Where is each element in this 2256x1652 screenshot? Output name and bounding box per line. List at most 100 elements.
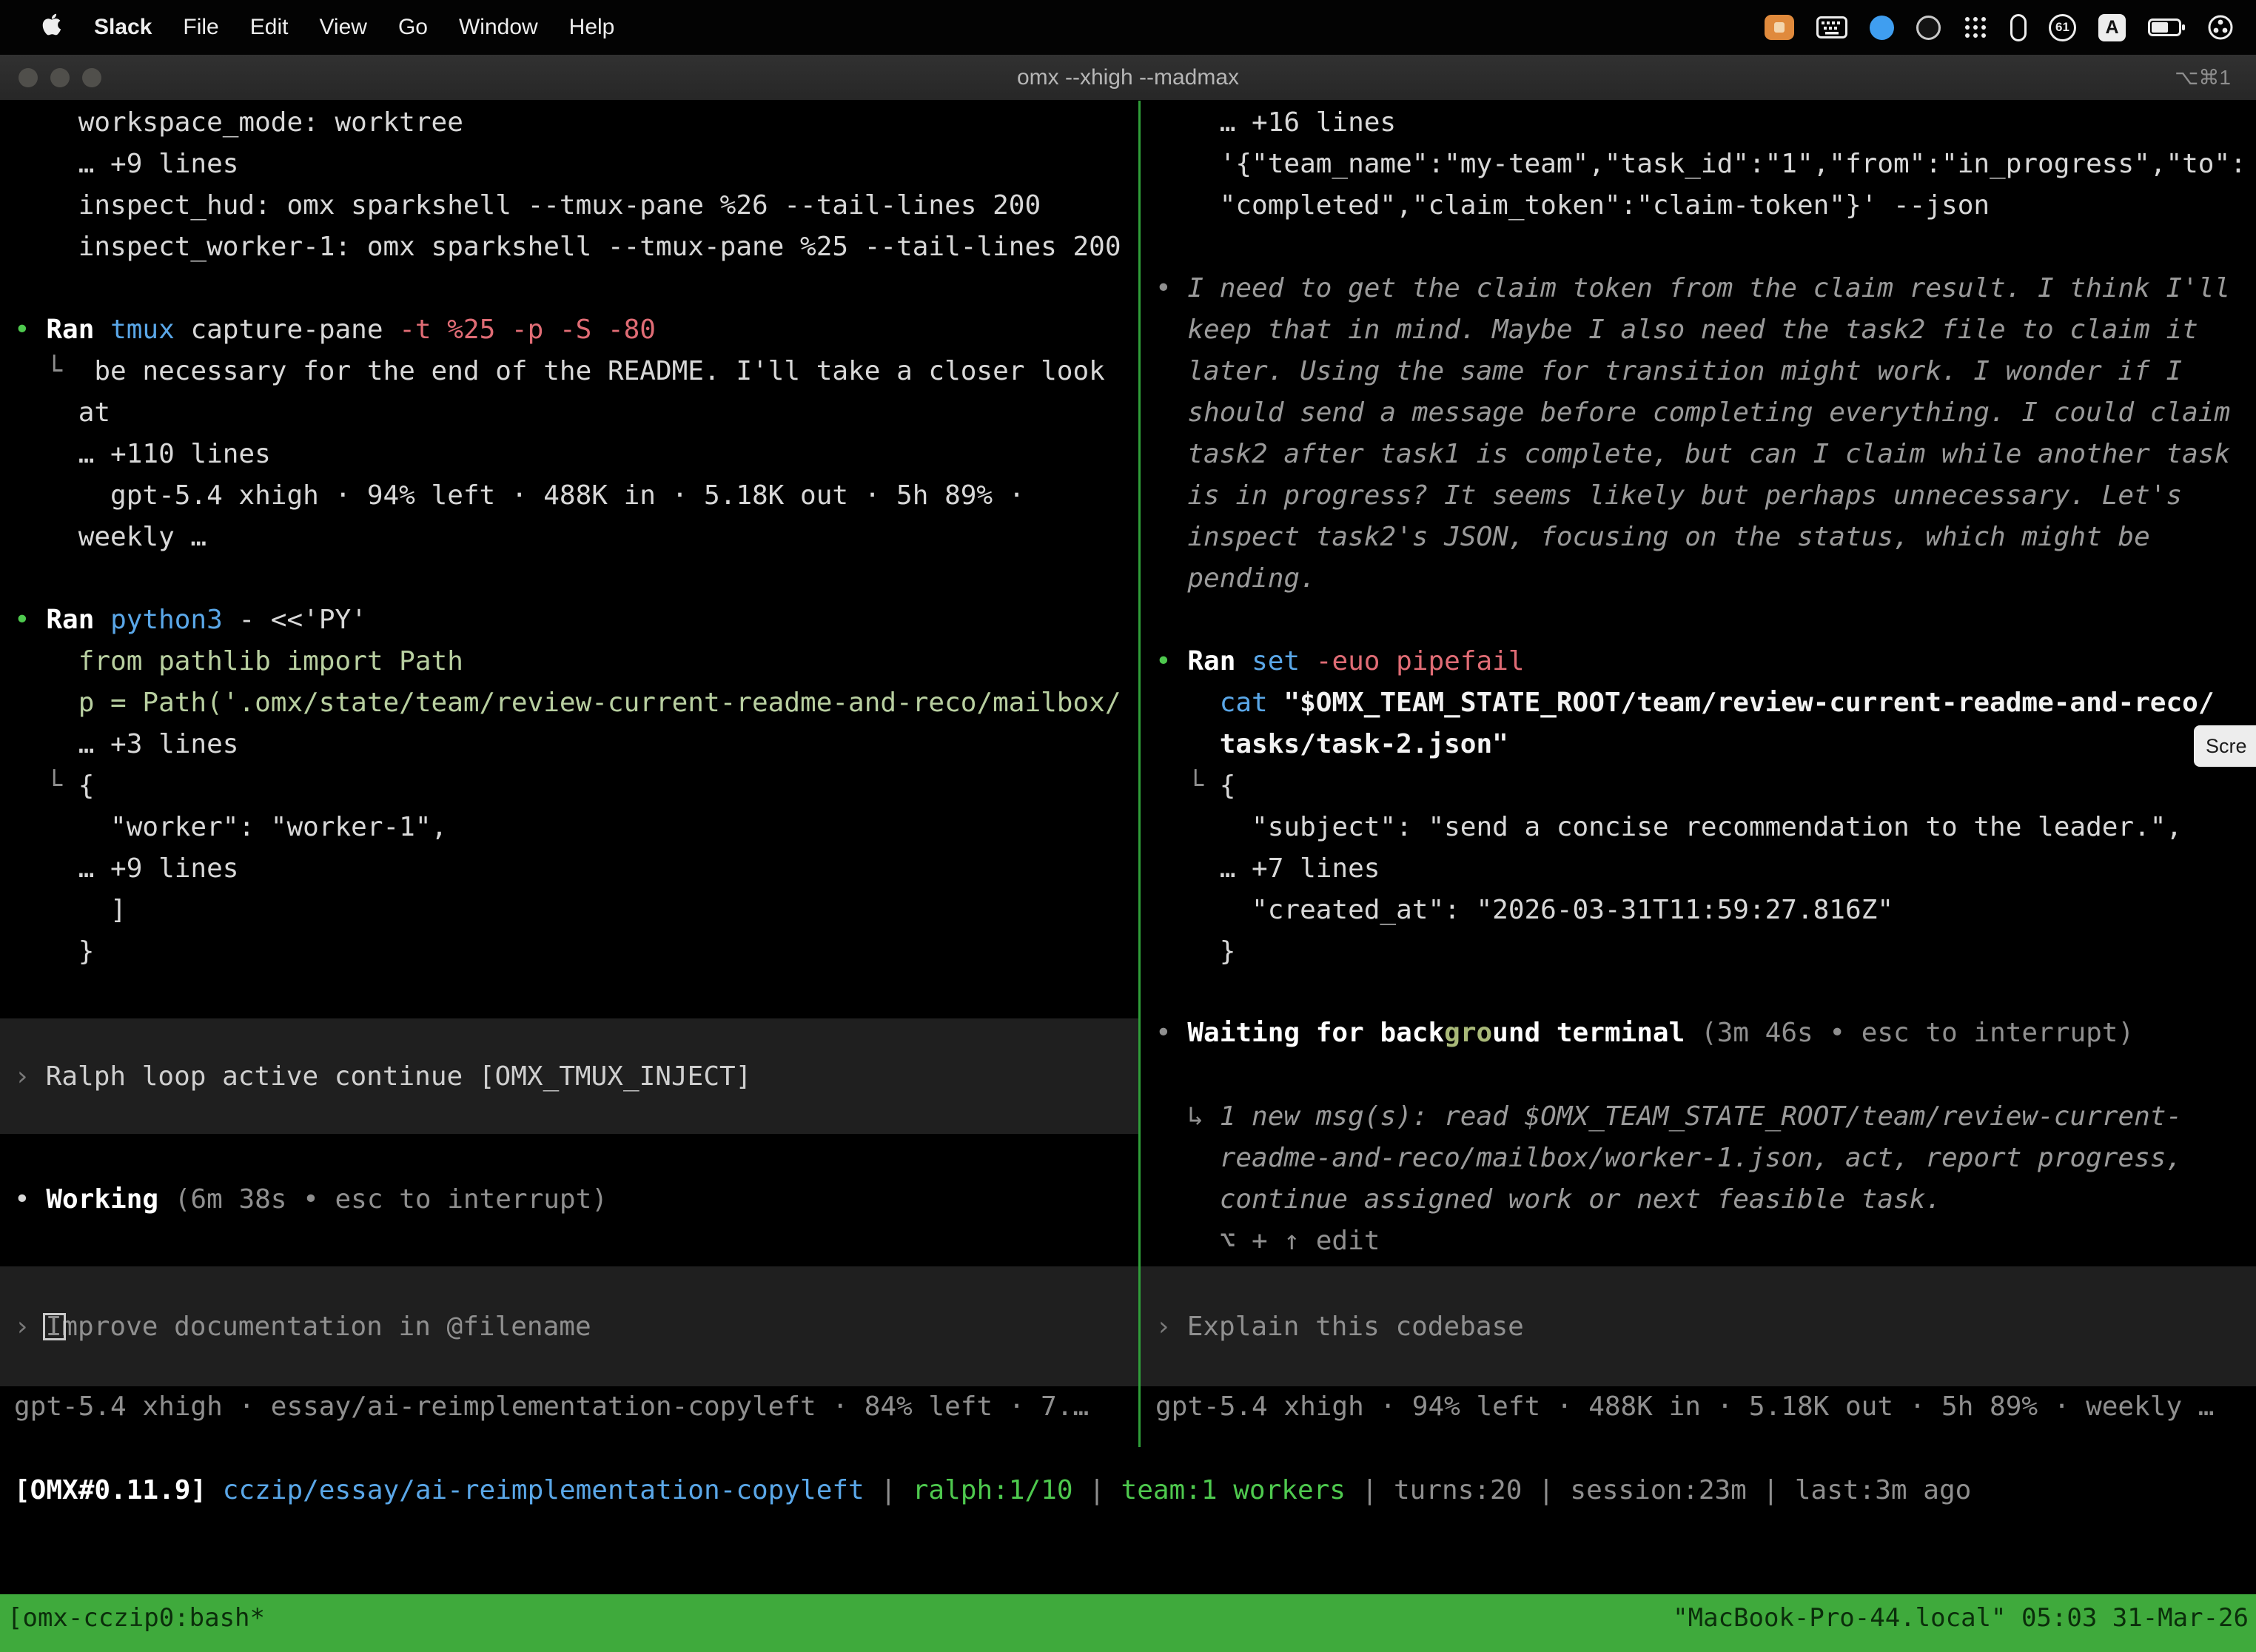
terminal-line: … +3 lines [14,724,1138,765]
terminal-line: later. Using the same for transition mig… [1155,351,2256,392]
text-segment: keep that in mind. Maybe I also need the… [1155,315,2198,345]
text-segment: | [1747,1475,1795,1505]
terminal-line: … +16 lines [1155,102,2256,144]
terminal-line: inspect_hud: omx sparkshell --tmux-pane … [14,185,1138,226]
apple-menu[interactable] [25,11,78,44]
text-segment: is in progress? It seems likely but perh… [1155,480,2182,511]
input-source-icon[interactable]: A [2098,14,2126,41]
terminal-line: } [14,931,1138,973]
text-segment: '{"team_name":"my-team","task_id":"1","f… [1155,149,2246,179]
menu-edit[interactable]: Edit [235,15,304,40]
tmux-pane-right[interactable]: … +16 lines '{"team_name":"my-team","tas… [1141,101,2256,1447]
terminal-line: workspace_mode: worktree [14,102,1138,144]
text-segment: "subject": "send a concise recommendatio… [1155,812,2182,842]
ralph-banner: ›Ralph loop active continue [OMX_TMUX_IN… [0,1018,1138,1134]
terminal-line: ⌥ + ↑ edit [1155,1220,2256,1262]
text-segment: | [1073,1475,1121,1505]
text-segment: • [14,315,46,345]
terminal-line: … +9 lines [14,144,1138,185]
handoff-icon[interactable] [1870,16,1894,40]
left-model-status-line: gpt-5.4 xhigh · essay/ai-reimplementatio… [0,1386,1138,1428]
apple-logo-icon [41,11,63,38]
terminal-line: ↳ 1 new msg(s): read $OMX_TEAM_STATE_ROO… [1155,1096,2256,1138]
terminal-line: at [14,392,1138,434]
menu-help[interactable]: Help [554,15,631,40]
tmux-pane-left[interactable]: workspace_mode: worktree … +9 lines insp… [0,101,1138,1447]
text-segment: … +16 lines [1155,107,1396,138]
close-button[interactable] [19,68,38,87]
left-composer-input[interactable]: ›Improve documentation in @filename [0,1266,1138,1386]
text-segment: ⌥ + ↑ edit [1155,1226,1380,1256]
terminal-line: weekly … [14,517,1138,558]
menu-window[interactable]: Window [443,15,554,40]
battery-gauge-icon[interactable]: 61 [2049,14,2076,41]
menu-go[interactable]: Go [383,15,443,40]
menu-view[interactable]: View [303,15,382,40]
text-segment: … +3 lines [14,729,238,759]
text-segment [1155,688,1220,718]
text-segment: "created_at": "2026-03-31T11:59:27.816Z" [1155,895,1893,925]
terminal-line: cat "$OMX_TEAM_STATE_ROOT/team/review-cu… [1155,682,2256,724]
apps-grid-icon[interactable] [1963,15,1988,40]
text-segment: inspect task2's JSON, focusing on the st… [1155,522,2150,552]
right-model-status-line: gpt-5.4 xhigh · 94% left · 488K in · 5.1… [1141,1386,2256,1428]
terminal-line: '{"team_name":"my-team","task_id":"1","f… [1155,144,2256,185]
keyboard-icon[interactable] [1816,16,1847,38]
menu-file[interactable]: File [167,15,234,40]
text-segment: ] [14,895,127,925]
terminal-line [1155,600,2256,641]
text-segment: 1 new msg(s): read $OMX_TEAM_STATE_ROOT/… [1220,1101,2182,1132]
minimize-button[interactable] [50,68,70,87]
text-segment: Waiting for back [1187,1018,1444,1048]
text-segment: inspect_hud: omx sparkshell --tmux-pane … [14,190,1041,221]
terminal-line: "completed","claim_token":"claim-token"}… [1155,185,2256,226]
text-segment: be necessary for the end of the README. … [94,356,1104,386]
terminal-line: ] [14,890,1138,931]
terminal-line: └ { [14,765,1138,807]
terminal-line: tasks/task-2.json" [1155,724,2256,765]
tmux-host-clock: "MacBook-Pro-44.local" 05:03 31-Mar-26 [1673,1594,2249,1652]
zoom-button[interactable] [82,68,101,87]
password-manager-icon[interactable] [2010,14,2027,41]
screen-recording-icon[interactable] [1765,15,1794,40]
text-segment: Ran [46,605,110,635]
window-shortcut-badge: ⌥⌘1 [2175,65,2256,90]
text-segment: readme-and-reco/mailbox/worker-1.json, a… [1155,1143,2182,1173]
menu-app-name[interactable]: Slack [78,15,167,40]
text-segment: I need to get the claim token from the c… [1187,273,2230,303]
text-segment: team:1 workers [1121,1475,1346,1505]
shield-app-icon[interactable] [1916,16,1941,40]
text-segment: … +110 lines [14,439,271,469]
chevron-prompt-icon: › [14,1061,30,1092]
text-segment: inspect_worker-1: omx sparkshell --tmux-… [14,232,1121,262]
text-segment: | [865,1475,913,1505]
window-title-bar: omx --xhigh --madmax ⌥⌘1 [0,55,2256,101]
terminal-line: pending. [1155,558,2256,600]
tmux-session-name: [omx-cczip0:bash* [7,1594,265,1652]
text-segment: continue assigned work or next feasible … [1155,1184,1941,1215]
text-segment: ↳ [1155,1101,1220,1132]
chevron-prompt-icon: › [1155,1312,1172,1342]
battery-icon[interactable] [2148,19,2185,36]
terminal-line: • Ran python3 - <<'PY' [14,600,1138,641]
terminal-line: "worker": "worker-1", [14,807,1138,848]
text-segment: python3 [110,605,238,635]
tmux-status-bar: [omx-cczip0:bash* "MacBook-Pro-44.local"… [0,1594,2256,1652]
text-segment: } [14,936,94,967]
terminal-line: from pathlib import Path [14,641,1138,682]
terminal-line: • Ran tmux capture-pane -t %25 -p -S -80 [14,309,1138,351]
omx-session-footer: [OMX#0.11.9] cczip/essay/ai-reimplementa… [0,1470,2256,1511]
text-segment: { [78,770,95,801]
fan-icon[interactable] [2207,14,2234,41]
terminal-line: "created_at": "2026-03-31T11:59:27.816Z" [1155,890,2256,931]
terminal-line: └ be necessary for the end of the README… [14,351,1138,392]
terminal-line [14,268,1138,309]
text-segment: gpt-5.4 xhigh · 94% left · 488K in · 5.1… [14,480,1024,511]
text-segment: und [1492,1018,1540,1048]
left-scrollback: workspace_mode: worktree … +9 lines insp… [0,102,1138,973]
text-segment: … +7 lines [1155,853,1380,884]
terminal-line: inspect task2's JSON, focusing on the st… [1155,517,2256,558]
text-segment: (6m 38s • esc to interrupt) [175,1184,608,1215]
text-segment: | [1522,1475,1570,1505]
right-composer-input[interactable]: ›Explain this codebase [1141,1266,2256,1386]
